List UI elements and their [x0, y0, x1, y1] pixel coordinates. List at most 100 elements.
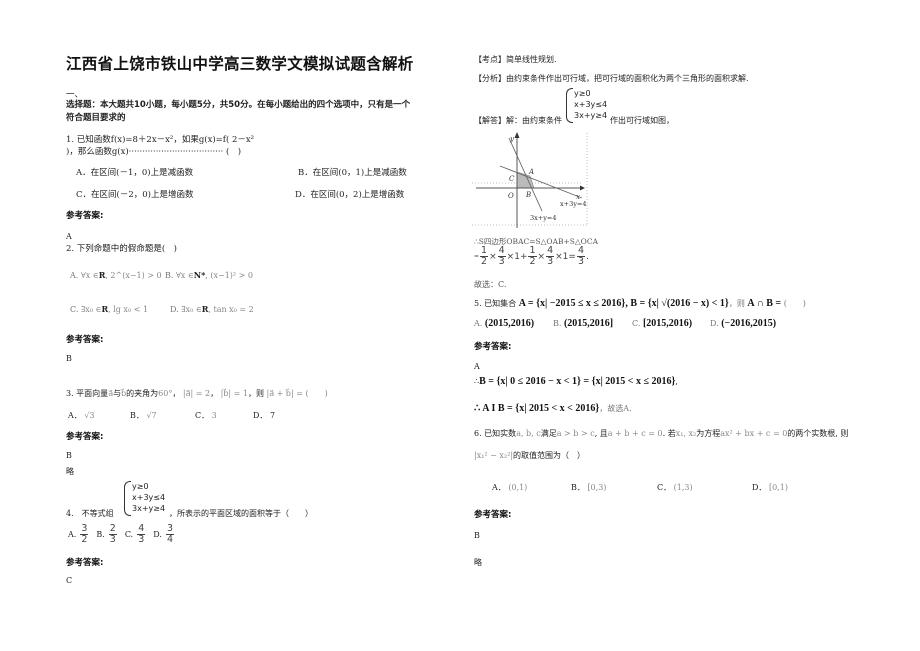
q5-set-definition: A = {x| −2015 ≤ x ≤ 2016}, B = {x| √(201…	[518, 298, 729, 309]
q4-option-d-label: D.	[153, 530, 162, 539]
q4-option-b-label: B.	[96, 530, 105, 539]
q3-answer-label: 参考答案:	[66, 432, 104, 442]
q5-solution-2-math: {x| 2015 < x < 2016}	[515, 403, 600, 414]
q5-then: ，则	[728, 299, 745, 308]
denominator: 3	[547, 256, 554, 267]
q3-option-d-label: D．	[253, 411, 268, 420]
denominator: 3	[138, 534, 145, 545]
q6-option-d-label: D．	[752, 483, 767, 492]
q2-option-d: D. ∃x₀ ∈R, tan x₀ = 2	[170, 304, 254, 314]
q2-option-c-label: C.	[70, 305, 79, 314]
q6-option-b-label: B．	[571, 483, 585, 492]
left-brace-icon	[124, 481, 131, 516]
q5-paren: ( )	[783, 299, 806, 308]
q6-equation-sum: a + b + c = 0	[607, 429, 663, 438]
q4-jieda-prefix: 【解答】解：由约束条件	[474, 116, 562, 125]
calc-fraction-2: 43	[497, 246, 506, 267]
q5-solution-1: ∴B = {x| 0 ≤ 2016 − x < 1} = {x| 2015 < …	[474, 376, 678, 387]
times-sign: ×	[489, 251, 497, 262]
q5-solution-2: ∴ A I B = {x| 2015 < x < 2016}，故选A.	[474, 403, 632, 414]
q2-option-d-text: ∃x₀ ∈	[181, 305, 202, 314]
q2-option-b-set: N*	[193, 270, 206, 280]
q6-option-c: C． (1,3)	[657, 482, 693, 493]
q4-inequality-system: y≥0 x+3y≤4 3x+y≥4	[124, 481, 165, 516]
q5-option-b-label: B.	[553, 319, 562, 328]
q2-option-b: B. ∀x ∈N*, (x−1)² > 0	[165, 270, 253, 280]
q6-expression: |x₁² − x₂²|	[474, 451, 514, 460]
times-sign: ×	[537, 251, 546, 262]
q4-stem-suffix: ，所表示的平面区域的面积等于（ ）	[169, 509, 313, 518]
q3-option-a: A． √3	[68, 410, 95, 421]
q3-note: 略	[66, 467, 74, 476]
q6-stem-line1: 6. 已知实数a, b, c满足a > b > c, 且a + b + c = …	[474, 428, 848, 439]
q6-option-c-label: C．	[657, 483, 672, 492]
q2-answer: B	[66, 354, 72, 363]
q5-option-b: B. (2015,2016]	[553, 318, 613, 329]
q6-roots: x₁, x₂	[675, 429, 697, 438]
q6-answer-label: 参考答案:	[474, 510, 512, 520]
q2-option-d-tail: , tan x₀ = 2	[208, 305, 254, 314]
q5-solution-2-prefix: ∴ A I B =	[474, 403, 513, 414]
q2-option-b-text: ∀x ∈	[175, 271, 194, 280]
figure-y-label: y	[509, 135, 515, 143]
q6-text-4: 为方程	[696, 429, 721, 438]
q4-answer: C	[66, 576, 73, 585]
q3-target: |a⃗ + b⃗| =	[266, 389, 303, 398]
q3-stem-prefix: 3. 平面向量	[66, 389, 109, 398]
q5-option-a: A. (2015,2016)	[474, 318, 534, 329]
calc-times-one-equals: ×1=	[555, 251, 576, 262]
q2-option-c: C. ∃x₀ ∈R, lg x₀ < 1	[70, 304, 148, 314]
denominator: 3	[577, 256, 584, 267]
q2-option-a-text: ∀x ∈	[80, 271, 99, 280]
figure-line2-label: 3x+y=4	[530, 214, 557, 222]
denominator: 3	[109, 534, 116, 545]
q2-option-c-tail: , lg x₀ < 1	[108, 305, 149, 314]
feasible-region-figure: y x O A B C x+3y=4 3x+y=4	[472, 132, 588, 228]
q3-option-a-label: A．	[68, 411, 82, 420]
q6-option-a-value: (0,1)	[508, 483, 528, 492]
q2-option-c-text: ∃x₀ ∈	[80, 305, 102, 314]
q3-and: 与	[113, 389, 122, 398]
q3-then: ，则	[247, 389, 264, 398]
q5-option-c-label: C.	[632, 319, 641, 328]
q6-inequality: a > b > c	[556, 429, 595, 438]
q5-option-d: D. (−2016,2015)	[710, 318, 776, 329]
q5-answer: A	[474, 362, 480, 371]
x-axis-arrow-icon	[580, 185, 585, 191]
q6-note: 略	[474, 558, 482, 567]
q3-angle-text: 的夹角为	[126, 389, 159, 398]
q5-stem: 5. 已知集合 A = {x| −2015 ≤ x ≤ 2016}, B = {…	[474, 298, 806, 309]
denominator: 4	[166, 534, 173, 545]
figure-point-b: B	[525, 191, 531, 199]
q2-option-d-label: D.	[170, 305, 179, 314]
denominator: 2	[481, 256, 488, 267]
q4-calculation: = 12 × 43 ×1+ 12 × 43 ×1= 43 .	[474, 246, 589, 267]
q4-option-b-fraction: 23	[108, 524, 117, 545]
q1-answer-label: 参考答案:	[66, 211, 104, 221]
section-description-line1: 选择题：本大题共10小题，每小题5分，共50分。在每小题给出的四个选项中，只有是…	[66, 100, 411, 110]
q2-answer-label: 参考答案:	[66, 335, 104, 345]
q5-option-d-value: (−2016,2015)	[721, 318, 777, 329]
q6-option-d: D． [0,1)	[752, 482, 788, 493]
calc-fraction-1: 12	[480, 246, 489, 267]
q3-option-b-label: B．	[130, 411, 144, 420]
denominator: 3	[498, 256, 505, 267]
q5-option-a-label: A.	[474, 319, 483, 328]
q4-option-c-fraction: 43	[137, 524, 146, 545]
q5-option-b-value: (2015,2016]	[563, 318, 614, 329]
q3-condition-b: |b⃗| = 1	[220, 389, 248, 398]
q4-option-d-fraction: 34	[165, 524, 174, 545]
q6-text-6: 的取值范围为（ ）	[513, 451, 586, 460]
q3-option-c-label: C．	[195, 411, 210, 420]
q1-option-c: C．在区间(－2，0)上是增函数	[76, 190, 194, 200]
q1-answer: A	[66, 232, 72, 241]
q6-text-2: , 且	[594, 429, 608, 438]
q2-option-b-tail: , (x−1)² > 0	[205, 271, 253, 280]
q4-option-a-fraction: 32	[80, 524, 89, 545]
q4-options: A. 32 B. 23 C. 43 D. 34	[68, 524, 174, 545]
q6-text-3: . 若	[662, 429, 676, 438]
q1-stem-line2: )，那么函数g(x)······························…	[66, 147, 242, 157]
q3-option-d: D． 7	[253, 410, 275, 421]
q1-option-b: B．在区间(0，1)上是减函数	[298, 168, 407, 178]
q5-option-c: C. [2015,2016)	[632, 318, 692, 329]
